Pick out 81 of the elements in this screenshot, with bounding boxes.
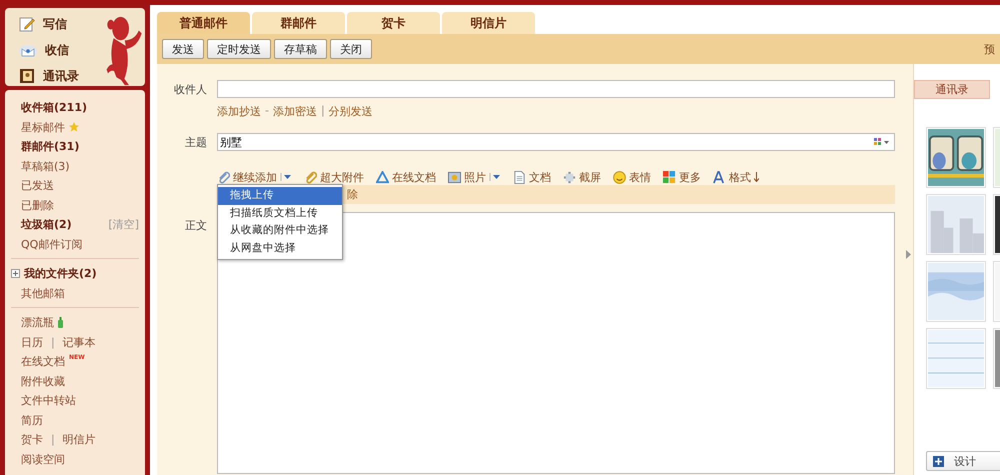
separator: -: [264, 104, 270, 119]
folder-link[interactable]: 已删除: [21, 198, 54, 213]
attachment-tool[interactable]: 照片: [448, 170, 501, 184]
folder-link[interactable]: 漂流瓶: [21, 315, 54, 330]
attachment-tool[interactable]: 截屏: [563, 170, 601, 184]
triangle-icon: [376, 170, 389, 184]
mail-type-tab[interactable]: 群邮件: [252, 12, 345, 34]
grid-icon: [663, 170, 676, 184]
color-picker-icon[interactable]: [874, 138, 890, 146]
recipient-field[interactable]: [217, 80, 895, 98]
paperclip-icon: [304, 170, 317, 184]
folder-link[interactable]: 已发送: [21, 178, 54, 194]
attachment-tool[interactable]: 文档: [513, 170, 551, 184]
down-arrow-icon: [754, 172, 759, 182]
separator: |: [320, 104, 326, 119]
caret-icon: [489, 173, 501, 181]
preview-link[interactable]: 预: [984, 42, 995, 56]
attachment-tool[interactable]: 格式: [713, 170, 759, 184]
screenshot-icon: [563, 170, 576, 184]
mail-type-tab[interactable]: 普通邮件: [157, 12, 250, 34]
plus-icon: [933, 456, 944, 466]
pencil-icon: [19, 16, 35, 32]
recipient-option-link[interactable]: 添加密送: [272, 104, 317, 119]
mail-type-tab[interactable]: 贺卡: [347, 12, 440, 34]
star-icon: [69, 122, 79, 132]
attachment-tool[interactable]: 更多: [663, 170, 701, 184]
folder-link[interactable]: QQ邮件订阅: [21, 236, 82, 252]
folder-link[interactable]: 阅读空间: [21, 452, 65, 467]
folder-link[interactable]: 明信片: [62, 432, 96, 448]
field-label: 收件人: [173, 82, 208, 96]
document-icon: [513, 170, 526, 184]
folder-link[interactable]: 文件中转站: [21, 393, 76, 408]
folder-link[interactable]: 记事本: [62, 334, 96, 350]
folder-link[interactable]: 垃圾箱(2): [21, 217, 72, 232]
expand-arrow-icon[interactable]: [906, 250, 911, 259]
design-button[interactable]: 设计: [926, 451, 1000, 471]
toolbar-button[interactable]: 定时发送: [207, 39, 271, 59]
folder-link[interactable]: 简历: [21, 412, 43, 428]
paperclip-icon: [217, 170, 230, 184]
mail-type-tab[interactable]: 明信片: [442, 12, 535, 34]
contacts-tab[interactable]: 通讯录: [914, 80, 990, 99]
photo-icon: [448, 170, 461, 184]
toolbar-button[interactable]: 发送: [162, 39, 204, 59]
quick-link[interactable]: 收信: [19, 40, 69, 60]
folder-link[interactable]: 星标邮件: [21, 120, 65, 135]
folder-link[interactable]: 我的文件夹(2): [24, 266, 97, 282]
folder-link[interactable]: 日历: [21, 334, 43, 350]
folder-link[interactable]: 其他邮箱: [21, 286, 65, 301]
attachment-tool[interactable]: 超大附件: [304, 170, 364, 184]
subject-field[interactable]: 别墅: [217, 133, 895, 151]
folder-link[interactable]: 草稿箱(3): [21, 158, 70, 174]
address-book-icon: [19, 68, 35, 84]
caret-icon: [280, 173, 292, 181]
attachment-bar-text: 除: [347, 187, 358, 202]
recipient-option-link[interactable]: 添加抄送: [217, 104, 261, 119]
quick-link[interactable]: 写信: [19, 14, 67, 34]
field-label: 主题: [184, 134, 208, 150]
folder-link[interactable]: 群邮件(31): [21, 139, 80, 154]
menu-item[interactable]: 扫描纸质文档上传: [218, 204, 342, 222]
toolbar-button[interactable]: 关闭: [330, 39, 372, 59]
folder-link[interactable]: 贺卡: [21, 432, 43, 448]
attachment-tool[interactable]: 表情: [613, 170, 651, 184]
folder-link[interactable]: 在线文档: [21, 354, 65, 370]
attachment-tool[interactable]: 继续添加: [217, 170, 292, 184]
folder-link[interactable]: 附件收藏: [21, 374, 65, 389]
separator: |: [50, 336, 56, 349]
font-icon: [713, 170, 726, 184]
field-label: 正文: [184, 218, 208, 233]
bottle-icon: [58, 317, 63, 328]
attachment-tool[interactable]: 在线文档: [376, 170, 436, 184]
separator: |: [50, 433, 56, 446]
expand-icon[interactable]: [11, 269, 20, 278]
toolbar-button[interactable]: 存草稿: [274, 39, 327, 59]
smiley-icon: [613, 170, 626, 184]
menu-item[interactable]: 从收藏的附件中选择: [218, 222, 342, 240]
menu-item[interactable]: 拖拽上传: [218, 187, 342, 204]
folder-link[interactable]: 收件箱(211): [21, 100, 88, 116]
menu-item[interactable]: 从网盘中选择: [218, 240, 342, 257]
envelope-icon: [19, 43, 37, 57]
quick-link[interactable]: 通讯录: [19, 66, 79, 86]
recipient-option-link[interactable]: 分别发送: [328, 104, 373, 119]
